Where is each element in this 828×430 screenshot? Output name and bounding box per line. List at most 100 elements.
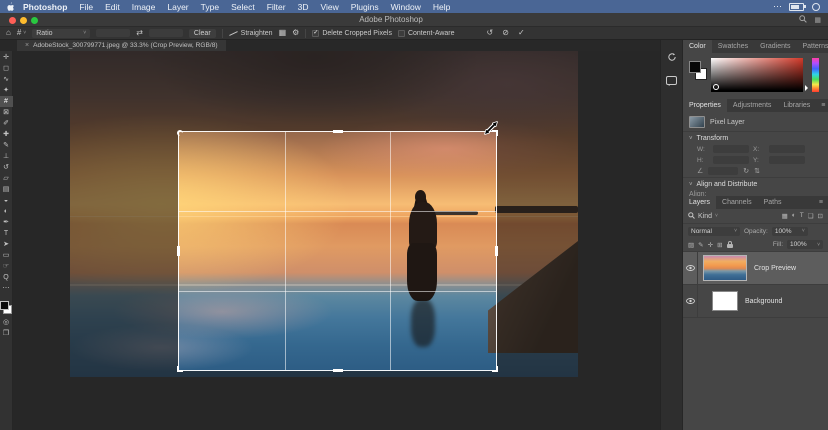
crop-handle-bottom-left[interactable] [177, 366, 183, 372]
straighten-button[interactable]: Straighten [229, 30, 273, 37]
blend-mode-dropdown[interactable]: Normal ˅ [688, 227, 740, 236]
crop-handle-right[interactable] [495, 246, 498, 256]
crop-handle-top[interactable] [333, 130, 343, 133]
pen-tool[interactable]: ✒ [0, 217, 13, 228]
crop-handle-top-left[interactable] [177, 130, 183, 136]
color-picker-marker[interactable] [713, 84, 719, 90]
menubar-more-icon[interactable]: ⋯ [773, 1, 782, 12]
frame-tool[interactable]: ⊠ [0, 107, 13, 118]
document-tab[interactable]: × AdobeStock_300799771.jpeg @ 33.3% (Cro… [17, 40, 226, 51]
comments-panel-icon[interactable] [666, 76, 677, 85]
document-image[interactable] [70, 51, 578, 377]
blur-tool[interactable]: ◒ [0, 195, 13, 206]
swap-dimensions-icon[interactable]: ⇄ [136, 29, 143, 37]
section-collapse-icon[interactable]: ˅ [689, 182, 693, 188]
cancel-crop-icon[interactable]: ⊘ [502, 29, 509, 37]
eyedropper-tool[interactable]: ✐ [0, 118, 13, 129]
type-tool[interactable]: T [0, 228, 13, 239]
clone-stamp-tool[interactable]: ⊥ [0, 151, 13, 162]
tab-channels[interactable]: Channels [716, 196, 758, 209]
tab-paths[interactable]: Paths [758, 196, 788, 209]
zoom-window-button[interactable] [31, 17, 38, 24]
object-selection-tool[interactable]: ✦ [0, 85, 13, 96]
color-swatches[interactable] [0, 301, 12, 314]
menu-filter[interactable]: Filter [261, 2, 292, 12]
width-field[interactable] [713, 145, 749, 153]
lock-position-icon[interactable]: ✛ [708, 241, 713, 249]
tab-layers[interactable]: Layers [683, 196, 716, 209]
layer-thumbnail[interactable] [712, 291, 738, 311]
crop-handle-left[interactable] [177, 246, 180, 256]
close-tab-icon[interactable]: × [25, 42, 29, 49]
home-icon[interactable]: ⌂ [6, 29, 11, 37]
height-field[interactable] [713, 156, 749, 164]
tab-properties[interactable]: Properties [683, 99, 727, 112]
crop-handle-bottom[interactable] [333, 369, 343, 372]
panel-menu-icon[interactable]: ≡ [814, 196, 828, 209]
commit-crop-icon[interactable]: ✓ [518, 29, 525, 37]
flip-icon[interactable]: ⇅ [754, 167, 760, 175]
crop-box[interactable] [178, 131, 497, 371]
delete-cropped-pixels-checkbox[interactable]: ✓ Delete Cropped Pixels [312, 30, 392, 37]
reset-crop-icon[interactable]: ↺ [487, 29, 494, 37]
tab-gradients[interactable]: Gradients [754, 40, 796, 53]
apple-menu[interactable] [6, 2, 15, 12]
window-titlebar[interactable]: Adobe Photoshop ▦ [0, 13, 828, 27]
edit-toolbar-icon[interactable]: ⋯ [0, 283, 13, 294]
layer-row-background[interactable]: Background [683, 285, 828, 318]
tab-color[interactable]: Color [683, 40, 712, 53]
menu-image[interactable]: Image [126, 2, 162, 12]
move-tool[interactable]: ✛ [0, 52, 13, 63]
rotate-icon[interactable]: ↻ [743, 167, 749, 175]
menu-view[interactable]: View [314, 2, 344, 12]
brush-tool[interactable]: ✎ [0, 140, 13, 151]
visibility-toggle[interactable] [683, 252, 698, 284]
layer-row-crop-preview[interactable]: Crop Preview [683, 252, 828, 285]
opacity-dropdown[interactable]: 100% ˅ [772, 227, 808, 236]
tab-swatches[interactable]: Swatches [712, 40, 754, 53]
section-collapse-icon[interactable]: ˅ [689, 136, 693, 142]
menu-type[interactable]: Type [195, 2, 225, 12]
ratio-preset-dropdown[interactable]: Ratio ˅ [32, 29, 90, 38]
filter-adjustment-layers-icon[interactable]: ◐ [792, 212, 796, 220]
checkbox-checked[interactable]: ✓ [312, 30, 319, 37]
tab-libraries[interactable]: Libraries [777, 99, 816, 112]
dodge-tool[interactable]: ◐ [0, 206, 13, 217]
quick-mask-icon[interactable]: ◎ [0, 317, 13, 328]
lock-artboard-icon[interactable]: ⊞ [717, 241, 722, 249]
menu-window[interactable]: Window [385, 2, 427, 12]
foreground-color-swatch[interactable] [0, 301, 9, 310]
saturation-brightness-picker[interactable] [711, 58, 803, 92]
zoom-tool[interactable]: Q [0, 272, 13, 283]
minimize-window-button[interactable] [20, 17, 27, 24]
canvas-area[interactable] [13, 51, 660, 430]
marquee-tool[interactable]: ◻ [0, 63, 13, 74]
crop-settings-gear-icon[interactable]: ⚙ [292, 29, 299, 37]
rectangle-tool[interactable]: ▭ [0, 250, 13, 261]
menu-edit[interactable]: Edit [99, 2, 126, 12]
hand-tool[interactable]: ☞ [0, 261, 13, 272]
filter-smart-objects-icon[interactable]: ⊡ [818, 212, 823, 220]
menu-select[interactable]: Select [225, 2, 261, 12]
menu-layer[interactable]: Layer [161, 2, 194, 12]
menu-plugins[interactable]: Plugins [345, 2, 385, 12]
visibility-toggle[interactable] [683, 285, 698, 317]
content-aware-checkbox[interactable]: Content-Aware [398, 30, 455, 37]
align-section-header[interactable]: ˅ Align and Distribute [683, 178, 828, 190]
history-brush-tool[interactable]: ↺ [0, 162, 13, 173]
layer-name[interactable]: Background [745, 298, 782, 305]
x-field[interactable] [769, 145, 805, 153]
tool-preset-picker[interactable]: # ˅ [17, 29, 26, 37]
clear-button[interactable]: Clear [189, 29, 216, 38]
eraser-tool[interactable]: ▱ [0, 173, 13, 184]
gradient-tool[interactable]: ▤ [0, 184, 13, 195]
crop-width-input[interactable] [96, 29, 130, 37]
lock-all-icon[interactable] [727, 244, 733, 248]
close-window-button[interactable] [9, 17, 16, 24]
menu-photoshop[interactable]: Photoshop [17, 2, 73, 12]
lasso-tool[interactable]: ∿ [0, 74, 13, 85]
layer-thumbnail[interactable] [703, 255, 747, 281]
overlay-options-icon[interactable]: ▦ [279, 29, 287, 37]
history-panel-icon[interactable] [667, 49, 677, 67]
y-field[interactable] [769, 156, 805, 164]
